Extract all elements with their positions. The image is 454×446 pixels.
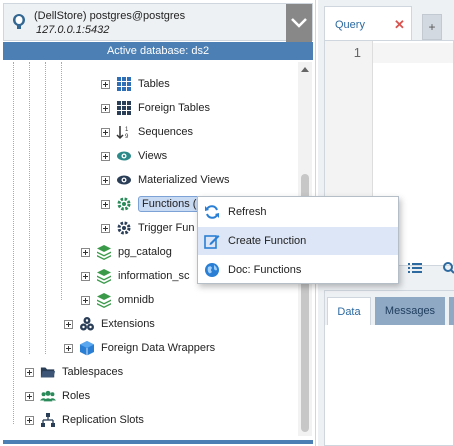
tree-node-label: Materialized Views [138, 174, 230, 186]
tree-node-replication-slots[interactable]: Replication Slots [25, 409, 144, 431]
tree-node-label: Foreign Data Wrappers [101, 342, 216, 354]
tree-node-foreign-tables[interactable]: Foreign Tables [101, 97, 210, 119]
tree-node-label: Roles [62, 390, 91, 402]
tree-node-label: information_sc [118, 270, 190, 282]
tree-node-label: Tablespaces [62, 366, 124, 378]
edit-icon [204, 233, 220, 249]
menu-item-doc-functions[interactable]: Doc: Functions [198, 256, 398, 284]
menu-item-create-function[interactable]: Create Function [198, 227, 398, 255]
schema-icon [96, 244, 112, 260]
expand-icon[interactable] [101, 151, 110, 161]
postgres-elephant-icon [13, 14, 25, 29]
search-icon[interactable] [442, 261, 454, 275]
expand-icon[interactable] [101, 175, 110, 185]
expand-icon[interactable] [25, 367, 34, 377]
schema-icon [96, 268, 112, 284]
fdw-icon [79, 340, 95, 356]
tree-guide-line [61, 62, 62, 300]
tree-node-pg-catalog[interactable]: pg_catalog [81, 241, 172, 263]
tree-node-extensions[interactable]: Extensions [64, 313, 155, 335]
close-icon[interactable]: ✕ [394, 17, 405, 33]
tree-node-label: Sequences [138, 126, 194, 138]
connection-host: 127.0.0.1:5432 [36, 24, 110, 36]
tree-node-tablespaces[interactable]: Tablespaces [25, 361, 123, 383]
tree-node-omnidb[interactable]: omnidb [81, 289, 154, 311]
menu-item-label: Refresh [228, 206, 267, 218]
tree-node-materialized-views[interactable]: Materialized Views [101, 169, 230, 191]
expand-icon[interactable] [101, 79, 110, 89]
expand-icon[interactable] [64, 319, 73, 329]
chevron-down-icon [291, 18, 307, 28]
tree-node-tables[interactable]: Tables [101, 73, 170, 95]
tab-messages[interactable]: Messages [375, 297, 445, 325]
foreign-table-icon [116, 100, 132, 116]
tab-more[interactable] [449, 297, 454, 325]
expand-icon[interactable] [101, 103, 110, 113]
tree-node-functions[interactable]: Functions ( [101, 193, 201, 215]
tab-query-label: Query [335, 19, 365, 31]
tree-node-sequences[interactable]: 19 Sequences [101, 121, 193, 143]
tab-data[interactable]: Data [327, 297, 371, 325]
expand-icon[interactable] [101, 223, 110, 233]
function-icon [116, 196, 132, 212]
tree-guide-line [29, 62, 30, 354]
tree-node-label: omnidb [118, 294, 155, 306]
extension-icon [79, 316, 95, 332]
tree-node-label: Extensions [101, 318, 155, 330]
expand-icon[interactable] [81, 247, 90, 257]
tab-query[interactable]: Query ✕ [324, 6, 412, 40]
tree-node-roles[interactable]: Roles [25, 385, 90, 407]
tree-node-information-schema[interactable]: information_sc [81, 265, 190, 287]
tree-node-label: Tables [138, 78, 170, 90]
scroll-up-icon[interactable] [298, 64, 312, 76]
tree-node-label: Replication Slots [62, 414, 144, 426]
tree-node-label: Foreign Tables [138, 102, 210, 114]
replication-icon [40, 412, 56, 428]
expand-icon[interactable] [25, 391, 34, 401]
tree-node-views[interactable]: Views [101, 145, 167, 167]
active-database-banner: Active database: ds2 [3, 42, 313, 60]
menu-item-label: Doc: Functions [228, 264, 302, 276]
svg-text:9: 9 [125, 134, 129, 140]
expand-icon[interactable] [101, 127, 110, 137]
tree-node-label: Views [138, 150, 168, 162]
tree-guide-line [13, 62, 14, 424]
expand-icon[interactable] [81, 271, 90, 281]
globe-icon [204, 262, 220, 278]
tree-guide-line [45, 62, 46, 354]
expand-icon[interactable] [101, 199, 110, 209]
view-icon [116, 148, 132, 164]
tree-node-label: pg_catalog [118, 246, 172, 258]
refresh-icon [204, 204, 220, 220]
expand-icon[interactable] [25, 415, 34, 425]
results-area: Data Messages [324, 290, 454, 446]
query-tab-bar: Query ✕ + [318, 4, 454, 40]
table-icon [116, 76, 132, 92]
schema-icon [96, 292, 112, 308]
menu-item-label: Create Function [228, 235, 307, 247]
line-number: 1 [353, 45, 361, 60]
add-tab-button[interactable]: + [422, 14, 442, 40]
folder-icon [40, 364, 56, 380]
expand-icon[interactable] [64, 343, 73, 353]
context-menu: Refresh Create Function Doc: Functions [197, 196, 399, 284]
materialized-view-icon [116, 172, 132, 188]
results-tabs: Data Messages [325, 291, 454, 325]
roles-icon [40, 388, 56, 404]
panel-bottom-bar [3, 440, 313, 444]
active-line-highlight [373, 43, 453, 63]
sequence-icon: 19 [116, 124, 132, 140]
expand-icon[interactable] [81, 295, 90, 305]
tree-node-label: Trigger Fun [138, 222, 195, 234]
tree-node-foreign-data-wrappers[interactable]: Foreign Data Wrappers [64, 337, 215, 359]
connection-header[interactable]: (DellStore) postgres@postgres 127.0.0.1:… [3, 3, 313, 42]
menu-item-refresh[interactable]: Refresh [198, 198, 398, 226]
list-icon[interactable] [408, 262, 422, 274]
trigger-function-icon [116, 220, 132, 236]
svg-text:1: 1 [125, 127, 129, 133]
tree-node-label: Functions ( [138, 196, 201, 212]
connection-title: (DellStore) postgres@postgres [34, 10, 186, 22]
tree-node-trigger-functions[interactable]: Trigger Fun [101, 217, 194, 239]
collapse-toggle-button[interactable] [286, 4, 312, 42]
